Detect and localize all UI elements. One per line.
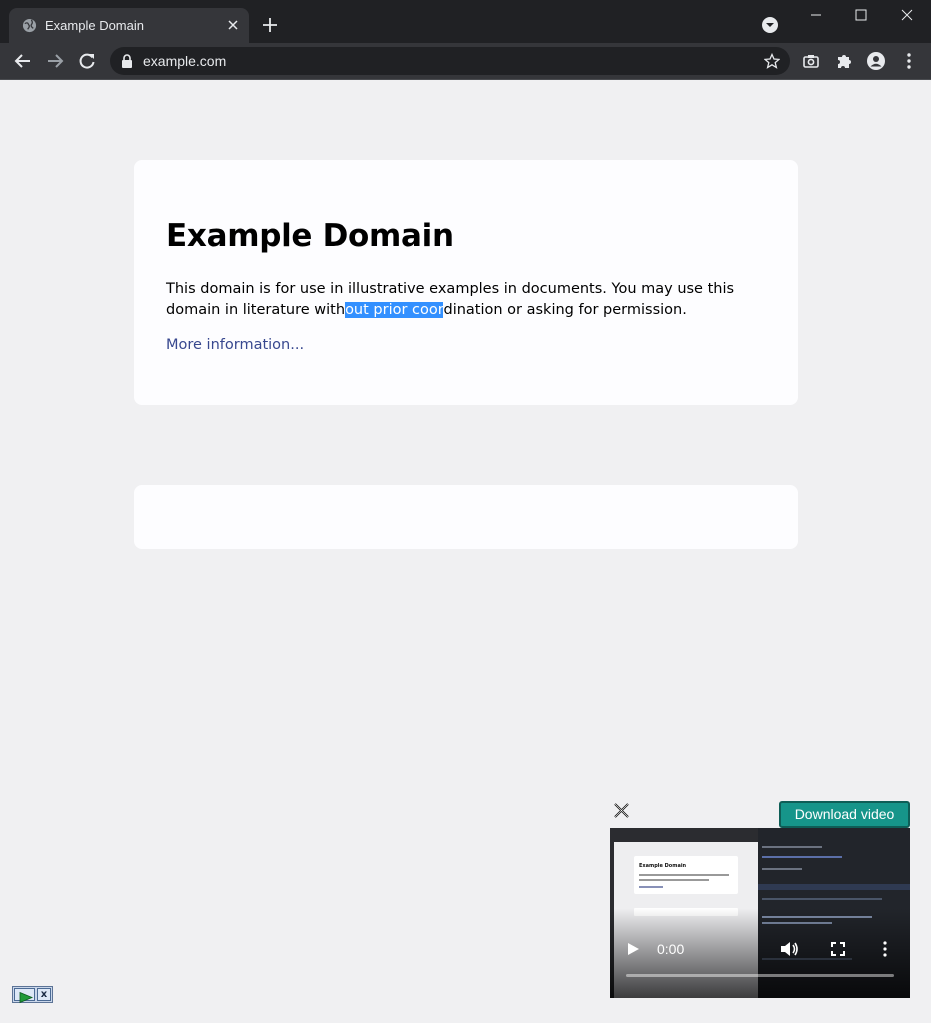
page-heading: Example Domain bbox=[166, 218, 454, 254]
maximize-icon[interactable] bbox=[838, 0, 884, 30]
selected-text: out prior coor bbox=[345, 302, 444, 318]
tab-search-icon[interactable] bbox=[761, 16, 779, 34]
bookmark-star-icon[interactable] bbox=[764, 53, 780, 69]
tab-close-icon[interactable] bbox=[225, 17, 241, 33]
extensions-puzzle-icon[interactable] bbox=[834, 51, 854, 71]
forward-arrow-icon[interactable] bbox=[45, 51, 65, 71]
video-progress-bar[interactable] bbox=[626, 974, 894, 977]
play-icon[interactable] bbox=[626, 942, 640, 956]
content-card: Example Domain This domain is for use in… bbox=[134, 160, 798, 405]
code-highlight bbox=[758, 884, 910, 890]
address-bar[interactable]: example.com bbox=[110, 47, 790, 75]
browser-titlebar: Example Domain bbox=[0, 0, 931, 43]
video-time: 0:00 bbox=[657, 941, 685, 957]
code-line bbox=[762, 898, 882, 900]
video-thumbnail-card: Example Domain bbox=[634, 856, 738, 894]
video-thumbnail-link bbox=[639, 886, 663, 888]
new-tab-icon[interactable] bbox=[261, 16, 279, 34]
lock-icon[interactable] bbox=[121, 54, 133, 68]
volume-icon[interactable] bbox=[780, 940, 800, 958]
fullscreen-icon[interactable] bbox=[831, 942, 845, 956]
video-thumbnail-line bbox=[639, 874, 729, 876]
download-video-button[interactable]: Download video bbox=[779, 801, 910, 828]
minimize-icon[interactable] bbox=[793, 0, 839, 30]
video-menu-icon[interactable] bbox=[882, 941, 888, 957]
profile-avatar-icon[interactable] bbox=[866, 51, 886, 71]
screenshot-icon[interactable] bbox=[801, 51, 821, 71]
code-line bbox=[762, 868, 802, 870]
video-thumbnail-line bbox=[639, 879, 709, 881]
paragraph-text-tail: dination or asking for permission. bbox=[443, 302, 687, 318]
mini-close-button[interactable]: x bbox=[37, 988, 51, 1001]
video-thumbnail-title: Example Domain bbox=[639, 863, 687, 869]
window-close-icon[interactable] bbox=[884, 0, 930, 30]
code-line bbox=[762, 846, 822, 848]
tab-title: Example Domain bbox=[45, 18, 144, 33]
browser-toolbar: example.com bbox=[0, 43, 931, 80]
video-player[interactable]: Example Domain 0:00 bbox=[610, 828, 910, 998]
browser-tab[interactable]: Example Domain bbox=[9, 8, 249, 43]
overlay-close-icon[interactable] bbox=[613, 802, 630, 819]
page-paragraph: This domain is for use in illustrative e… bbox=[166, 279, 736, 321]
green-play-icon bbox=[19, 991, 34, 1004]
reload-icon[interactable] bbox=[77, 51, 97, 71]
mini-play-button[interactable] bbox=[14, 988, 35, 1004]
empty-card bbox=[134, 485, 798, 549]
code-line bbox=[762, 856, 842, 858]
more-information-link[interactable]: More information... bbox=[166, 337, 304, 353]
video-controls-gradient bbox=[610, 908, 910, 998]
mini-player-widget: x bbox=[12, 986, 53, 1004]
menu-dots-icon[interactable] bbox=[899, 51, 919, 71]
url-text[interactable]: example.com bbox=[143, 53, 226, 69]
globe-icon bbox=[22, 18, 37, 33]
back-arrow-icon[interactable] bbox=[13, 51, 33, 71]
